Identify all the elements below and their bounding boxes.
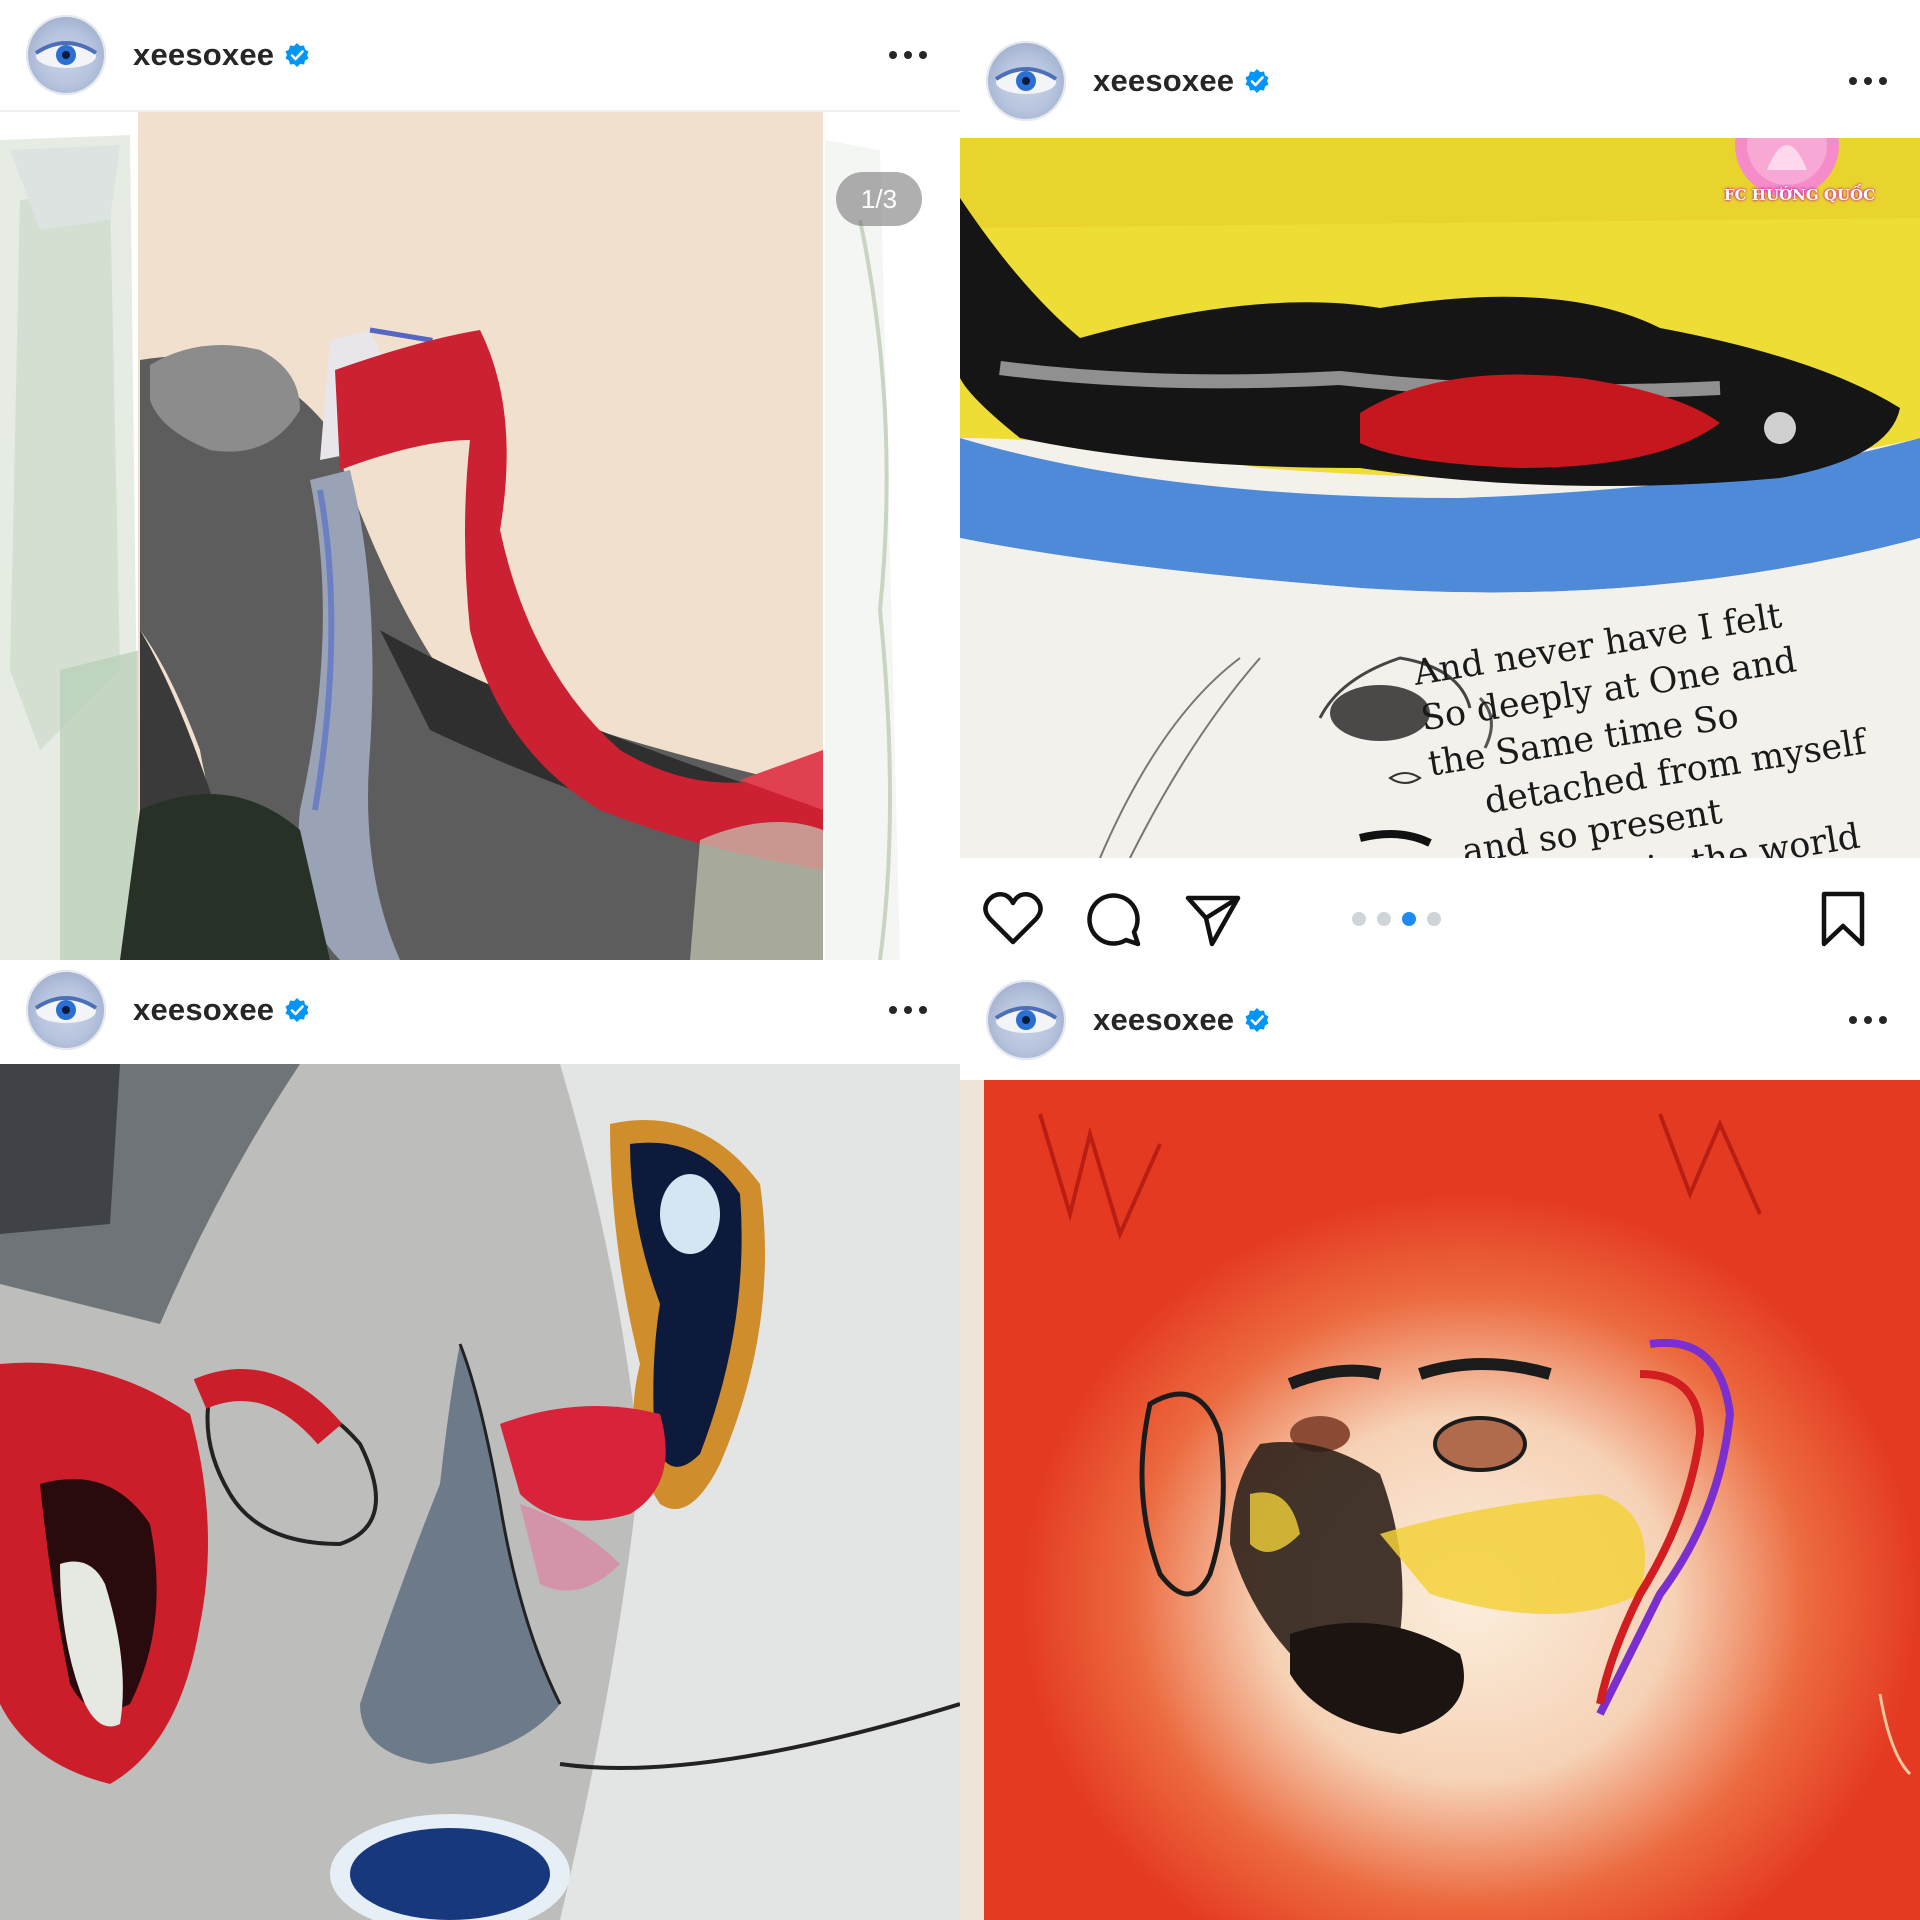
post-image-pastel-figure[interactable]: 1/3 [0,110,960,960]
eye-icon [994,1006,1058,1033]
post-header: xeesoxee [0,960,960,1060]
post-1: xeesoxee 1/3 [0,0,960,960]
eye-icon [34,996,98,1023]
username[interactable]: xeesoxee [1093,63,1234,99]
profile-avatar[interactable] [26,15,106,95]
carousel-dot-active [1402,912,1416,926]
carousel-dot [1352,912,1366,926]
image-counter: 1/3 [836,172,922,226]
profile-avatar[interactable] [26,970,106,1050]
watermark-logo: FC HƯỚNG QUỐC [1724,138,1875,204]
post-image-red-face[interactable] [960,1074,1920,1920]
post-3: xeesoxee [0,960,960,1920]
post-2: xeesoxee FC HƯỚNG QUỐC And never have I … [960,0,1920,960]
profile-avatar[interactable] [986,41,1066,121]
post-header: xeesoxee [960,26,1920,136]
eye-icon [34,41,98,68]
verified-badge-icon [1245,69,1269,93]
username[interactable]: xeesoxee [133,37,274,73]
more-options-icon[interactable] [886,1003,930,1017]
post-action-bar [960,868,1920,960]
post-image-grey-face[interactable] [0,1064,960,1920]
artwork-grey-face [0,1064,960,1920]
comment-icon[interactable] [1082,888,1144,950]
bookmark-icon[interactable] [1812,888,1874,950]
eye-icon [994,67,1058,94]
verified-badge-icon [285,998,309,1022]
more-options-icon[interactable] [1846,1013,1890,1027]
more-options-icon[interactable] [1846,74,1890,88]
watermark-text: FC HƯỚNG QUỐC [1724,186,1876,204]
heart-icon[interactable] [982,888,1044,950]
more-options-icon[interactable] [886,48,930,62]
post-4: xeesoxee [960,960,1920,1920]
username[interactable]: xeesoxee [1093,1002,1234,1038]
post-header: xeesoxee [960,960,1920,1080]
carousel-indicator [1352,912,1441,926]
send-icon[interactable] [1182,888,1244,950]
username[interactable]: xeesoxee [133,992,274,1028]
post-image-pastel-landscape[interactable]: FC HƯỚNG QUỐC And never have I felt So d… [960,138,1920,858]
artwork-figure-drawing [0,110,960,960]
carousel-dot [1427,912,1441,926]
profile-avatar[interactable] [986,980,1066,1060]
verified-badge-icon [1245,1008,1269,1032]
carousel-dot [1377,912,1391,926]
verified-badge-icon [285,43,309,67]
artwork-red-face [960,1074,1920,1920]
post-header: xeesoxee [0,0,960,112]
